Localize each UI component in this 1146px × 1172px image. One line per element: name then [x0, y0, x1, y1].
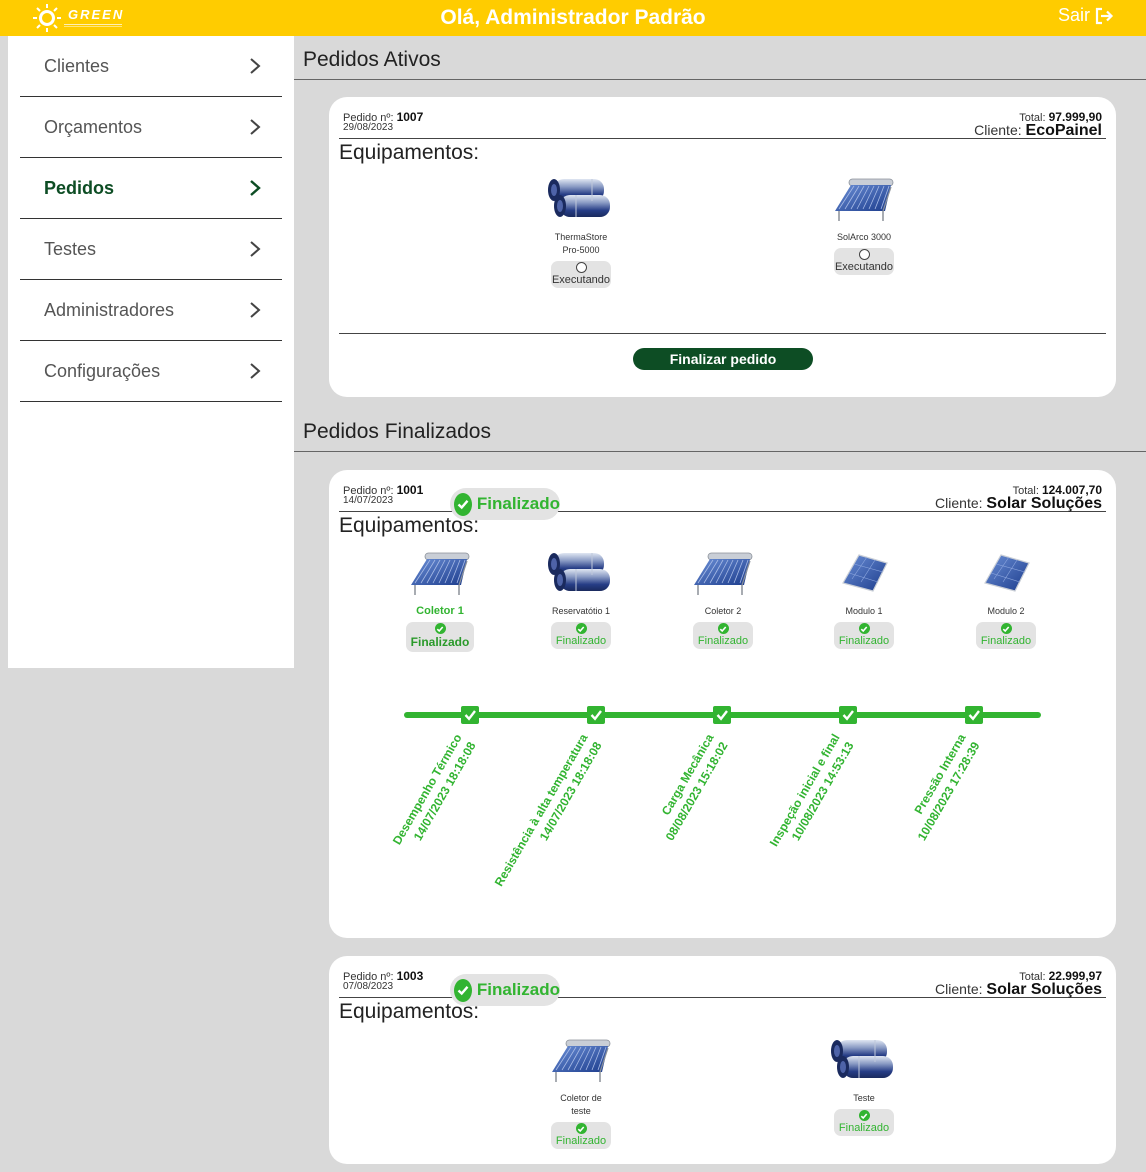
client-label: Cliente: [974, 122, 1022, 138]
timeline-step[interactable]: Carga Mecânica 08/08/2023 15:18:02 [659, 706, 731, 843]
check-square-icon [713, 706, 731, 724]
sun-logo-icon [33, 4, 61, 32]
client-label: Cliente: [935, 981, 983, 997]
sidebar-item-orcamentos[interactable]: Orçamentos [20, 97, 282, 158]
equipment-item[interactable]: SolArco 3000 Executando [814, 169, 914, 275]
equipment-status-label: Executando [834, 261, 894, 273]
timeline-step[interactable]: Pressão Interna 10/08/2023 17:28:39 [911, 706, 983, 843]
equipment-status-label: Finalizado [555, 1135, 607, 1147]
order-client: Cliente: Solar Soluções [935, 981, 1102, 999]
equipment-name-line1: Teste [853, 1093, 875, 1103]
equipment-item[interactable]: Teste Finalizado [814, 1030, 914, 1136]
order-header: Pedido nº: 1003 07/08/2023 Finalizado To… [339, 968, 1106, 1006]
sidebar-item-testes[interactable]: Testes [20, 219, 282, 280]
equipment-status-label: Executando [551, 274, 611, 286]
check-circle-icon [575, 1123, 587, 1134]
order-date: 29/08/2023 [343, 122, 394, 133]
green-logo[interactable]: GREEN [30, 3, 140, 33]
order-card-1001: Pedido nº: 1001 14/07/2023 Finalizado To… [329, 470, 1116, 938]
logo-text: GREEN [68, 7, 125, 22]
order-number-value: 1003 [396, 969, 424, 983]
sidebar-item-administradores[interactable]: Administradores [20, 280, 282, 341]
logout-label: Sair [1057, 5, 1090, 25]
circle-outline-icon [858, 249, 870, 260]
equipment-name: Teste [814, 1092, 914, 1105]
chevron-right-icon [250, 241, 261, 257]
timeline-step[interactable]: Inspeção inicial e final 10/08/2023 14:5… [767, 706, 857, 849]
equipment-name-line2: teste [571, 1106, 591, 1116]
client-name: EcoPainel [1025, 122, 1102, 139]
sidebar-item-label: Orçamentos [44, 116, 143, 137]
equipment-status-pill[interactable]: Executando [551, 261, 611, 288]
chevron-right-icon [250, 363, 261, 379]
order-header: Pedido nº: 1007 29/08/2023 Total: 97.999… [339, 109, 1106, 139]
sidebar-item-pedidos[interactable]: Pedidos [20, 158, 282, 219]
sidebar-item-label: Administradores [44, 299, 175, 320]
equipment-status-pill[interactable]: Executando [834, 248, 894, 275]
finish-order-button[interactable]: Finalizar pedido [633, 348, 813, 370]
circle-outline-icon [575, 262, 587, 273]
chevron-right-icon [250, 119, 261, 135]
chevron-right-icon [250, 180, 261, 196]
sidebar-item-clientes[interactable]: Clientes [20, 36, 282, 97]
equipment-name-line1: ThermaStore [554, 232, 608, 242]
equipment-status-pill[interactable]: Finalizado [551, 1122, 611, 1149]
sign-out-icon [1095, 7, 1114, 24]
greeting-text: Olá, Administrador Padrão [440, 6, 706, 29]
equipment-name: ThermaStore Pro-5000 [531, 231, 631, 257]
timeline-test-name: Resistência à alta temperatura [492, 731, 591, 888]
top-bar: GREEN Olá, Administrador Padrão Sair [0, 0, 1146, 36]
equipment-name: Coletor de teste [531, 1092, 631, 1118]
logout-button[interactable]: Sair [1058, 5, 1114, 26]
sidebar-nav: Clientes Orçamentos Pedidos Testes Admin… [8, 36, 294, 668]
status-badge-label: Finalizado [476, 980, 560, 999]
logo-tagline-lines [64, 24, 122, 27]
solar-collector-icon [546, 1030, 616, 1090]
sidebar-item-configuracoes[interactable]: Configurações [20, 341, 282, 402]
reservoir-tank-icon [546, 169, 616, 229]
equipment-name-line2: Pro-5000 [562, 245, 600, 255]
equipment-status-pill[interactable]: Finalizado [834, 1109, 894, 1136]
equipment-name-line1: Coletor de [560, 1093, 602, 1103]
test-timeline: Desempenho Térmico 14/07/2023 18:18:08 R… [390, 706, 1041, 889]
chevron-right-icon [250, 58, 261, 74]
equipment-status-label: Finalizado [838, 1122, 890, 1134]
active-orders-title: Pedidos Ativos [294, 36, 1146, 80]
check-square-icon [965, 706, 983, 724]
equipment-title: Equipamentos: [339, 141, 480, 164]
order-number-value: 1007 [396, 110, 424, 124]
check-square-icon [461, 706, 479, 724]
order-client: Cliente: EcoPainel [974, 122, 1102, 140]
equipment-name-line1: SolArco 3000 [836, 232, 892, 242]
order-card-1007: Pedido nº: 1007 29/08/2023 Total: 97.999… [329, 97, 1116, 397]
check-circle-icon [858, 1110, 870, 1121]
equipment-name: SolArco 3000 [814, 231, 914, 244]
equipment-item[interactable]: ThermaStore Pro-5000 Executando [531, 169, 631, 288]
sidebar-item-label: Clientes [44, 55, 110, 76]
finished-orders-title: Pedidos Finalizados [294, 408, 1146, 452]
check-circle-icon [454, 978, 472, 1002]
chevron-right-icon [250, 302, 261, 318]
check-square-icon [839, 706, 857, 724]
equipment-title: Equipamentos: [339, 1000, 480, 1023]
client-name: Solar Soluções [986, 981, 1102, 998]
check-square-icon [587, 706, 605, 724]
sidebar-item-label: Testes [44, 238, 97, 259]
equipment-item[interactable]: Coletor de teste Finalizado [531, 1030, 631, 1149]
card-divider [339, 333, 1106, 334]
sidebar-item-label: Configurações [44, 360, 161, 381]
solar-collector-icon [829, 169, 899, 229]
reservoir-tank-icon [829, 1030, 899, 1090]
sidebar-item-label: Pedidos [44, 177, 115, 198]
timeline-step[interactable]: Desempenho Térmico 14/07/2023 18:18:08 [390, 706, 479, 847]
timeline-step[interactable]: Resistência à alta temperatura 14/07/202… [492, 706, 605, 889]
order-card-1003: Pedido nº: 1003 07/08/2023 Finalizado To… [329, 956, 1116, 1164]
order-date: 07/08/2023 [343, 981, 394, 992]
